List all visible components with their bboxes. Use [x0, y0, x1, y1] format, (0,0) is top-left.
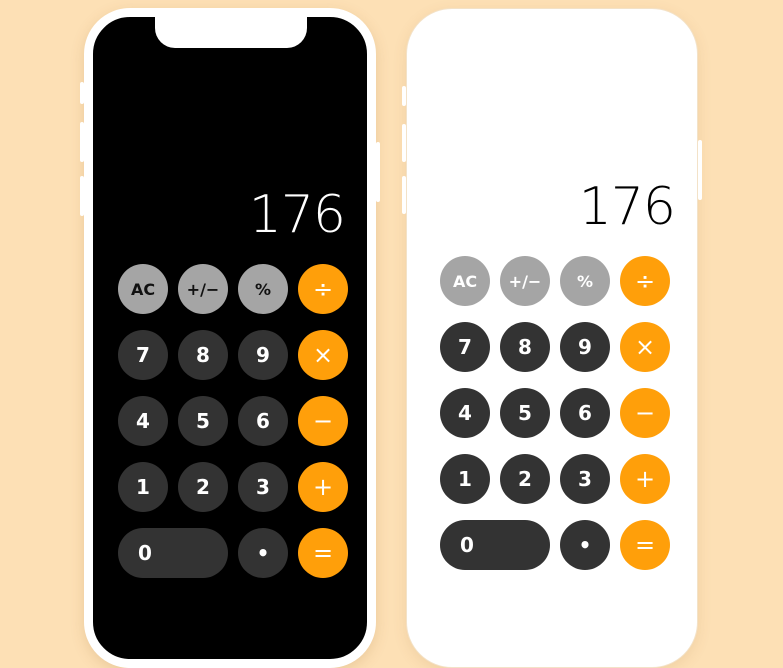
- digit-4-button[interactable]: 4: [118, 396, 168, 446]
- digit-9-button[interactable]: 9: [238, 330, 288, 380]
- multiply-button[interactable]: ×: [620, 322, 670, 372]
- digit-5-button[interactable]: 5: [178, 396, 228, 446]
- sign-toggle-button[interactable]: +/−: [178, 264, 228, 314]
- add-button[interactable]: +: [620, 454, 670, 504]
- light-calculator-phone: 176 AC +/− % ÷ 7 8 9 × 4 5 6 − 1 2 3 + 0…: [406, 8, 698, 668]
- digit-8-button[interactable]: 8: [178, 330, 228, 380]
- clear-button[interactable]: AC: [440, 256, 490, 306]
- side-button: [698, 140, 702, 200]
- digit-1-button[interactable]: 1: [440, 454, 490, 504]
- side-button: [402, 124, 406, 162]
- digit-4-button[interactable]: 4: [440, 388, 490, 438]
- side-button: [376, 142, 380, 202]
- digit-8-button[interactable]: 8: [500, 322, 550, 372]
- multiply-button[interactable]: ×: [298, 330, 348, 380]
- divide-button[interactable]: ÷: [620, 256, 670, 306]
- sign-toggle-button[interactable]: +/−: [500, 256, 550, 306]
- calculator-display: 176: [578, 177, 676, 237]
- equals-button[interactable]: =: [620, 520, 670, 570]
- side-button: [80, 82, 84, 104]
- digit-7-button[interactable]: 7: [118, 330, 168, 380]
- digit-2-button[interactable]: 2: [178, 462, 228, 512]
- digit-1-button[interactable]: 1: [118, 462, 168, 512]
- digit-3-button[interactable]: 3: [238, 462, 288, 512]
- calculator-display: 176: [248, 185, 346, 245]
- equals-button[interactable]: =: [298, 528, 348, 578]
- side-button: [80, 176, 84, 216]
- digit-0-button[interactable]: 0: [118, 528, 228, 578]
- decimal-button[interactable]: •: [238, 528, 288, 578]
- calculator-keypad: AC +/− % ÷ 7 8 9 × 4 5 6 − 1 2 3 + 0 • =: [440, 256, 670, 570]
- side-button: [402, 176, 406, 214]
- percent-button[interactable]: %: [560, 256, 610, 306]
- digit-6-button[interactable]: 6: [560, 388, 610, 438]
- digit-5-button[interactable]: 5: [500, 388, 550, 438]
- phone-notch: [155, 15, 307, 48]
- digit-6-button[interactable]: 6: [238, 396, 288, 446]
- side-button: [80, 122, 84, 162]
- digit-7-button[interactable]: 7: [440, 322, 490, 372]
- subtract-button[interactable]: −: [298, 396, 348, 446]
- side-button: [402, 86, 406, 106]
- clear-button[interactable]: AC: [118, 264, 168, 314]
- divide-button[interactable]: ÷: [298, 264, 348, 314]
- digit-3-button[interactable]: 3: [560, 454, 610, 504]
- add-button[interactable]: +: [298, 462, 348, 512]
- decimal-button[interactable]: •: [560, 520, 610, 570]
- percent-button[interactable]: %: [238, 264, 288, 314]
- digit-0-button[interactable]: 0: [440, 520, 550, 570]
- digit-9-button[interactable]: 9: [560, 322, 610, 372]
- subtract-button[interactable]: −: [620, 388, 670, 438]
- calculator-keypad: AC +/− % ÷ 7 8 9 × 4 5 6 − 1 2 3 + 0 • =: [118, 264, 348, 578]
- dark-calculator-phone: 176 AC +/− % ÷ 7 8 9 × 4 5 6 − 1 2 3 + 0…: [84, 8, 376, 668]
- digit-2-button[interactable]: 2: [500, 454, 550, 504]
